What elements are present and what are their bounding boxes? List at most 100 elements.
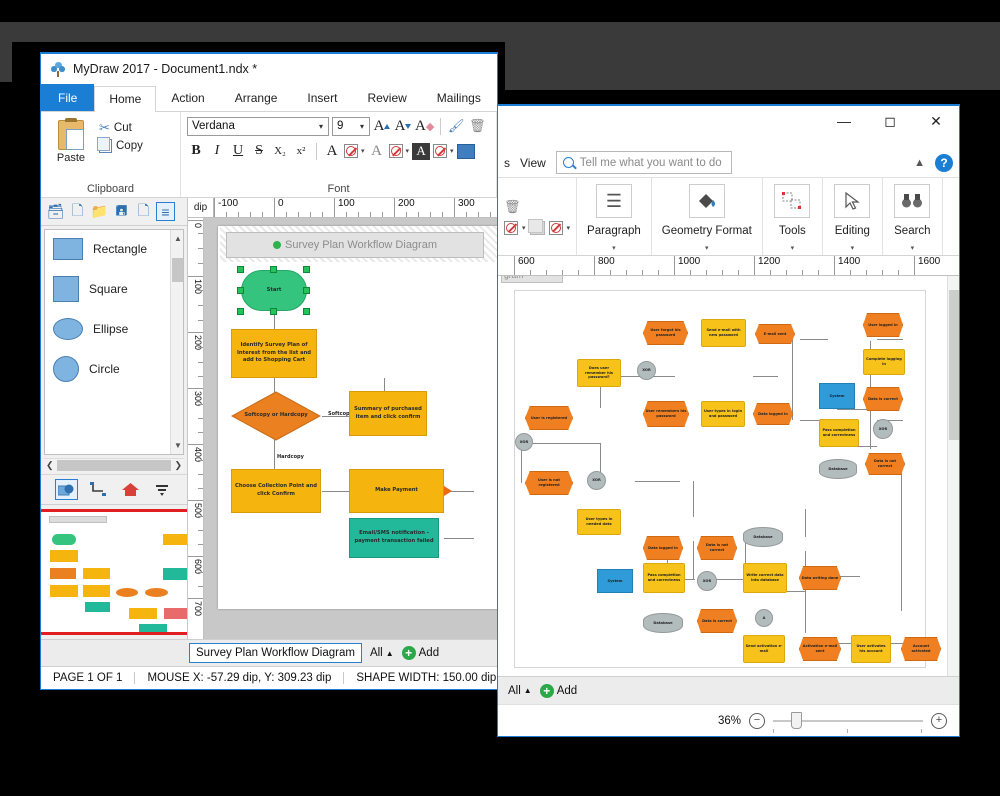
node-complete-logging-in[interactable]: Complete logging in — [863, 349, 905, 375]
node-data-is-correct-2[interactable]: Data is correct — [697, 609, 737, 633]
node-account-activated[interactable]: Account activated — [901, 637, 941, 661]
drawing-canvas[interactable]: Survey Plan Workflow Diagram Softcopy Ha… — [204, 218, 497, 639]
brush-icon[interactable]: 🗑 — [504, 199, 521, 215]
search-group[interactable]: Search ▾ — [883, 178, 943, 255]
cut-button[interactable]: ✂ Cut — [99, 121, 143, 134]
selection-handle[interactable] — [270, 266, 277, 273]
node-choose-collection-point[interactable]: Choose Collection Point and click Confir… — [231, 469, 321, 513]
node-database-3[interactable]: Database — [743, 527, 783, 547]
shape-tool-icon[interactable] — [54, 479, 78, 500]
selection-handle[interactable] — [237, 287, 244, 294]
hscrollbar-thumb[interactable] — [56, 460, 172, 471]
add-page-button[interactable]: + Add — [401, 646, 439, 660]
chevron-down-icon[interactable]: ▾ — [567, 224, 571, 232]
zoom-bar[interactable]: 36% − + — [498, 704, 959, 736]
brush-icon[interactable]: 🗑 — [468, 116, 486, 136]
node-data-logged-in-2[interactable]: Data logged in — [643, 536, 683, 560]
selection-handle[interactable] — [303, 266, 310, 273]
shrink-font-button[interactable]: A — [394, 116, 412, 136]
scrollbar-thumb[interactable] — [949, 290, 959, 440]
tab-arrange[interactable]: Arrange — [220, 85, 293, 111]
font-family-select[interactable]: Verdana ▾ — [187, 116, 329, 136]
node-user-remembers-password[interactable]: User remembers his password — [643, 401, 689, 427]
chevron-down-icon[interactable]: ▾ — [406, 147, 410, 155]
home-icon[interactable] — [119, 479, 142, 500]
chevron-down-icon[interactable]: ▾ — [522, 224, 526, 232]
node-database-2[interactable]: Database — [643, 613, 683, 633]
font-size-select[interactable]: 9 ▾ — [332, 116, 370, 136]
italic-button[interactable]: I — [208, 141, 226, 161]
collapse-ribbon-icon[interactable]: ▲ — [914, 157, 925, 169]
tools-group[interactable]: Tools ▾ — [763, 178, 823, 255]
no-color-icon[interactable] — [504, 220, 518, 235]
stencil-toolbar[interactable]: 🗃 🗋 📁 🖪 🗋 ≡ — [41, 198, 187, 226]
open-stencil-icon[interactable]: 📁 — [90, 202, 109, 221]
node-pass-completion-correctness[interactable]: Pass completion and correctness — [819, 419, 859, 447]
zoom-out-button[interactable]: − — [749, 712, 765, 729]
selection-handle[interactable] — [303, 287, 310, 294]
node-system[interactable]: System — [819, 383, 855, 409]
minimize-button[interactable]: — — [821, 106, 867, 136]
shape-item-square[interactable]: Square — [45, 268, 183, 310]
underline-button[interactable]: U — [229, 141, 247, 161]
node-user-types-login-password[interactable]: User types in login and password — [701, 401, 745, 427]
gateway-and[interactable]: A — [755, 609, 773, 627]
window2-vertical-scrollbar[interactable] — [947, 276, 959, 676]
node-softcopy-or-hardcopy[interactable]: Softcopy or Hardcopy — [231, 391, 321, 441]
shadow-icon[interactable] — [527, 218, 545, 235]
editing-group[interactable]: Editing ▾ — [823, 178, 883, 255]
clear-formatting-button[interactable]: A ◆ — [415, 116, 434, 136]
navigator-panel[interactable] — [41, 504, 187, 639]
node-data-not-correct[interactable]: Data is not correct — [865, 453, 905, 475]
tools-icon[interactable] — [774, 184, 811, 218]
text-highlight-button[interactable]: A — [368, 141, 386, 161]
secondary-mydraw-window[interactable]: — ◻ ✕ s View Tell me what you want to do… — [497, 104, 960, 737]
selection-handle[interactable] — [237, 266, 244, 273]
page-tab-bar[interactable]: Survey Plan Workflow Diagram All ▲ + Add — [41, 639, 497, 666]
node-user-types-needed-data[interactable]: User types in needed data — [577, 509, 621, 535]
scroll-right-icon[interactable]: ❯ — [174, 460, 182, 471]
node-write-correct-data[interactable]: Write correct data into database — [743, 563, 787, 593]
chevron-down-icon[interactable]: ▾ — [705, 244, 709, 252]
library-icon[interactable]: 🗃 — [46, 202, 65, 221]
chevron-down-icon[interactable]: ▾ — [791, 244, 795, 252]
cursor-icon[interactable] — [834, 184, 871, 218]
help-icon[interactable]: ? — [935, 153, 953, 172]
new-stencil-icon[interactable]: 🗋 — [68, 202, 87, 221]
filter-icon[interactable] — [151, 479, 174, 500]
connector-icon[interactable] — [87, 479, 110, 500]
node-data-writing-done[interactable]: Data writing done — [799, 566, 841, 590]
gateway-xor[interactable]: XOR — [873, 419, 893, 439]
font-color-button[interactable]: A — [323, 141, 341, 161]
grow-font-button[interactable]: A — [373, 116, 391, 136]
node-email-sms-notification[interactable]: Email/SMS notification - payment transac… — [349, 518, 439, 558]
window1-titlebar[interactable]: MyDraw 2017 - Document1.ndx * — [41, 54, 497, 84]
scroll-left-icon[interactable]: ❮ — [46, 460, 54, 471]
gateway-xor[interactable]: XOR — [697, 571, 717, 591]
node-system-2[interactable]: System — [597, 569, 633, 593]
node-activation-email-sent[interactable]: Activation e-mail sent — [799, 637, 841, 661]
all-pages-button[interactable]: All ▲ — [508, 685, 532, 697]
node-user-not-registered[interactable]: User is not registered — [525, 471, 573, 495]
format-painter-pipette-icon[interactable]: 🖌 — [447, 116, 465, 136]
node-send-email-new-password[interactable]: Send e-mail with new password — [701, 319, 746, 347]
view-mode-icon[interactable]: ≡ — [156, 202, 175, 221]
paste-button[interactable]: Paste — [47, 116, 95, 183]
fill-color-swatch[interactable] — [456, 143, 475, 159]
node-make-payment[interactable]: Make Payment — [349, 469, 444, 513]
node-database[interactable]: Database — [819, 459, 857, 479]
shape-list[interactable]: Rectangle Square Ellipse Circle ▲ ▼ — [44, 229, 184, 455]
close-stencil-icon[interactable]: 🗋 — [134, 202, 153, 221]
scroll-up-icon[interactable]: ▲ — [174, 234, 182, 243]
selection-handle[interactable] — [270, 308, 277, 315]
chevron-down-icon[interactable]: ▾ — [361, 147, 365, 155]
superscript-button[interactable]: x² — [292, 141, 310, 161]
tab-review[interactable]: Review — [352, 85, 421, 111]
tell-me-search-input[interactable]: Tell me what you want to do — [555, 151, 732, 174]
bold-button[interactable]: B — [187, 141, 205, 161]
shape-item-ellipse[interactable]: Ellipse — [45, 310, 183, 348]
tab-view[interactable]: View — [520, 156, 546, 170]
window2-page-tab-bar[interactable]: All ▲ + Add — [498, 676, 959, 704]
node-send-activation-email[interactable]: Send activation e-mail — [743, 635, 785, 663]
node-does-user-remember-password[interactable]: Does user remember his password? — [577, 359, 621, 387]
